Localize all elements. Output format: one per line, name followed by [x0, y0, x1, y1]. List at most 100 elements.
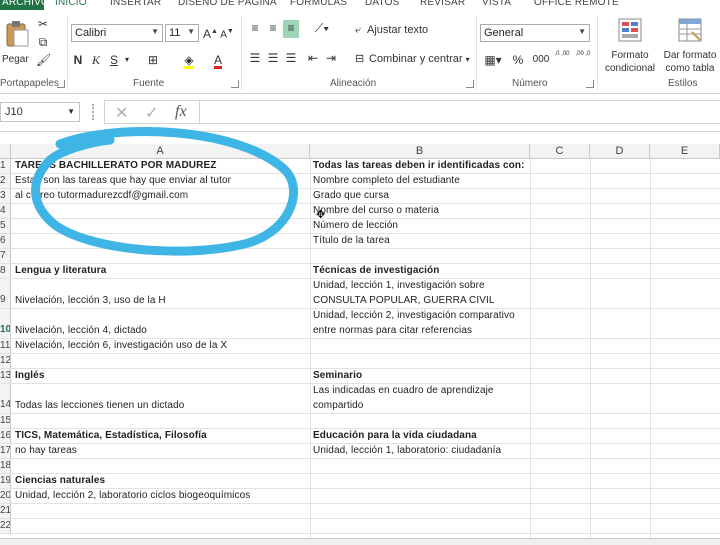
row-header[interactable]: 4	[0, 204, 11, 218]
row-header[interactable]: 2	[0, 174, 11, 188]
font-name-select[interactable]: Calibri ▼	[71, 24, 163, 42]
align-left-icon[interactable]: ☰	[247, 50, 263, 68]
cell-b[interactable]: Nombre del curso o materia	[310, 204, 439, 219]
increase-indent-icon[interactable]: ⇥	[323, 50, 339, 68]
cell-b[interactable]	[310, 249, 313, 264]
cell-a[interactable]: TICS, Matemática, Estadística, Filosofía	[12, 429, 207, 444]
row-header[interactable]: 13	[0, 369, 11, 383]
number-format-select[interactable]: General ▼	[480, 24, 590, 42]
cell-b[interactable]	[310, 339, 313, 354]
chevron-down-icon[interactable]: ▾	[122, 52, 132, 70]
percent-button[interactable]: %	[510, 52, 526, 70]
row-header[interactable]: 3	[0, 189, 11, 203]
select-all-corner[interactable]	[0, 144, 11, 159]
row-header[interactable]: 12	[0, 354, 11, 368]
row-header[interactable]: 11	[0, 339, 11, 353]
cell-a[interactable]	[12, 354, 15, 369]
column-header-b[interactable]: B	[310, 144, 530, 159]
cell-b[interactable]	[310, 474, 313, 489]
cell-a[interactable]: Todas las lecciones tienen un dictado	[12, 399, 184, 414]
increase-decimal-button[interactable]: ,0 ,00	[553, 50, 571, 68]
name-box[interactable]: J10 ▼	[0, 102, 80, 122]
decrease-indent-icon[interactable]: ⇤	[305, 50, 321, 68]
cell-a[interactable]: al correo tutormadurezcdf@gmail.com	[12, 189, 188, 204]
row-header[interactable]: 10	[0, 309, 11, 338]
row-header[interactable]: 20	[0, 489, 11, 503]
cell-b[interactable]	[310, 519, 313, 534]
fill-color-icon[interactable]: ◈	[180, 52, 198, 70]
row-header[interactable]: 16	[0, 429, 11, 443]
cell-a[interactable]: Nivelación, lección 3, uso de la H	[12, 294, 166, 309]
column-header-d[interactable]: D	[590, 144, 650, 159]
cut-icon[interactable]: ✂	[36, 16, 50, 34]
row-header[interactable]: 8	[0, 264, 11, 278]
alignment-launcher-icon[interactable]	[466, 80, 474, 88]
increase-font-icon[interactable]: A▲	[203, 24, 218, 42]
column-header-c[interactable]: C	[530, 144, 590, 159]
column-header-a[interactable]: A	[11, 144, 310, 159]
clipboard-launcher-icon[interactable]	[57, 80, 65, 88]
cell-a[interactable]	[12, 249, 15, 264]
cell-a[interactable]	[12, 519, 15, 534]
cell-b[interactable]: Título de la tarea	[310, 234, 390, 249]
row-header[interactable]: 9	[0, 279, 11, 308]
cell-b[interactable]: Número de lección	[310, 219, 398, 234]
row-header[interactable]: 21	[0, 504, 11, 518]
cell-a[interactable]	[12, 504, 15, 519]
font-launcher-icon[interactable]	[231, 80, 239, 88]
italic-button[interactable]: K	[89, 52, 103, 70]
number-launcher-icon[interactable]	[586, 80, 594, 88]
cell-b[interactable]	[310, 414, 313, 429]
cell-b[interactable]: Unidad, lección 1, investigación sobre	[310, 279, 485, 294]
tab-inicio[interactable]: INICIO	[55, 0, 87, 8]
currency-icon[interactable]: ▦▾	[482, 52, 504, 70]
formula-input[interactable]	[200, 100, 720, 124]
row-header[interactable]: 15	[0, 414, 11, 428]
cell-b[interactable]: Unidad, lección 2, investigación compara…	[310, 309, 515, 324]
format-as-table-button[interactable]: Dar formato como tabla	[660, 16, 720, 76]
cell-b[interactable]: Seminario	[310, 369, 362, 384]
thousands-button[interactable]: 000	[530, 52, 552, 70]
borders-icon[interactable]: ⊞	[146, 52, 160, 70]
cell-a[interactable]	[12, 219, 15, 234]
format-painter-icon[interactable]: 🖌	[36, 52, 51, 70]
align-right-icon[interactable]: ☰	[283, 50, 299, 68]
column-header-e[interactable]: E	[650, 144, 720, 159]
conditional-format-button[interactable]: Formato condicional	[600, 16, 660, 76]
row-header[interactable]: 14	[0, 384, 11, 413]
tab-revisar[interactable]: REVISAR	[420, 0, 465, 8]
align-top-icon[interactable]: ≡	[247, 20, 263, 38]
enter-icon[interactable]: ✓	[145, 103, 158, 123]
cell-b[interactable]: Nombre completo del estudiante	[310, 174, 460, 189]
cancel-icon[interactable]: ✕	[115, 103, 128, 123]
cell-b[interactable]	[310, 489, 313, 504]
cell-b[interactable]: Unidad, lección 1, laboratorio: ciudadan…	[310, 444, 501, 459]
row-header[interactable]: 5	[0, 219, 11, 233]
font-color-icon[interactable]: A	[210, 52, 226, 70]
cell-a[interactable]: no hay tareas	[12, 444, 77, 459]
row-header[interactable]: 6	[0, 234, 11, 248]
underline-button[interactable]: S	[107, 52, 121, 70]
cell-a[interactable]: TAREAS BACHILLERATO POR MADUREZ	[12, 159, 216, 174]
tab-formulas[interactable]: FÓRMULAS	[290, 0, 347, 8]
cell-a[interactable]	[12, 234, 15, 249]
cell-b[interactable]: Educación para la vida ciudadana	[310, 429, 477, 444]
cell-b[interactable]: Grado que cursa	[310, 189, 389, 204]
cell-a[interactable]: Inglés	[12, 369, 45, 384]
tab-diseno-de-pagina[interactable]: DISEÑO DE PÁGINA	[178, 0, 277, 8]
row-header[interactable]: 22	[0, 519, 11, 533]
bold-button[interactable]: N	[71, 52, 85, 70]
cell-b[interactable]	[310, 354, 313, 369]
cell-a[interactable]	[12, 414, 15, 429]
align-center-icon[interactable]: ☰	[265, 50, 281, 68]
cell-a[interactable]: Unidad, lección 2, laboratorio ciclos bi…	[12, 489, 250, 504]
wrap-text-button[interactable]: ⤶ Ajustar texto	[355, 24, 428, 40]
cell-a[interactable]: Ciencias naturales	[12, 474, 105, 489]
row-header[interactable]: 19	[0, 474, 11, 488]
tab-office-remote[interactable]: OFFICE REMOTE	[534, 0, 619, 8]
decrease-decimal-button[interactable]: ,00 ,0	[574, 50, 592, 68]
cell-a[interactable]: Nivelación, lección 6, investigación uso…	[12, 339, 227, 354]
cell-a[interactable]	[12, 204, 15, 219]
copy-icon[interactable]: ⧉	[36, 34, 50, 52]
tab-vista[interactable]: VISTA	[482, 0, 511, 8]
